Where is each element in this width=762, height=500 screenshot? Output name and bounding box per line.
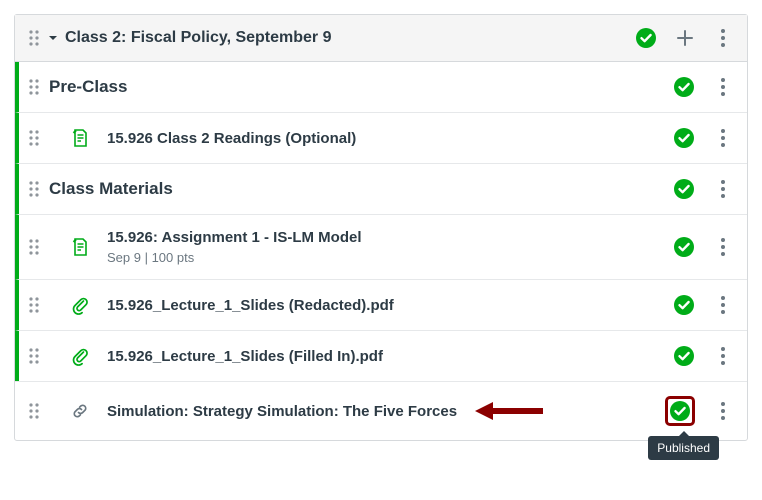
drag-handle-icon[interactable]: [25, 79, 43, 95]
link-icon: [69, 400, 91, 422]
module-item-file: 15.926_Lecture_1_Slides (Filled In).pdf: [15, 330, 747, 381]
item-options-button[interactable]: [713, 295, 733, 315]
attachment-icon: [69, 294, 91, 316]
published-status-icon[interactable]: [673, 294, 695, 316]
published-status-icon[interactable]: [673, 178, 695, 200]
item-subtitle: Sep 9 | 100 pts: [107, 250, 673, 265]
collapse-caret-icon[interactable]: [43, 33, 63, 43]
module-item-file: 15.926_Lecture_1_Slides (Redacted).pdf: [15, 279, 747, 330]
item-title[interactable]: 15.926_Lecture_1_Slides (Filled In).pdf: [107, 348, 673, 365]
item-options-button[interactable]: [713, 237, 733, 257]
module-header-actions: [635, 27, 739, 49]
item-title[interactable]: Class Materials: [49, 179, 673, 199]
published-status-icon[interactable]: [673, 127, 695, 149]
item-options-button[interactable]: [713, 346, 733, 366]
module-item-heading: Class Materials: [15, 163, 747, 214]
item-options-button[interactable]: [713, 77, 733, 97]
item-options-button[interactable]: [713, 179, 733, 199]
module-body: Pre-Class 15.926 Class 2 Readings (Optio…: [15, 62, 747, 440]
drag-handle-icon[interactable]: [25, 297, 43, 313]
item-title[interactable]: 15.926 Class 2 Readings (Optional): [107, 130, 673, 147]
item-title[interactable]: Pre-Class: [49, 77, 673, 97]
drag-handle-icon[interactable]: [25, 239, 43, 255]
item-actions: [673, 76, 739, 98]
item-actions: [673, 345, 739, 367]
add-item-button[interactable]: [675, 28, 695, 48]
attachment-icon: [69, 345, 91, 367]
assignment-icon: [69, 236, 91, 258]
published-status-icon[interactable]: [673, 345, 695, 367]
drag-handle-icon[interactable]: [25, 130, 43, 146]
item-actions: [665, 396, 739, 426]
published-status-icon[interactable]: [635, 27, 657, 49]
annotation-highlight-box: [665, 396, 695, 426]
item-actions: [673, 294, 739, 316]
module-item-external-link: Simulation: Strategy Simulation: The Fiv…: [15, 381, 747, 440]
published-tooltip: Published: [648, 436, 719, 460]
published-status-icon[interactable]: [673, 76, 695, 98]
item-title[interactable]: Simulation: Strategy Simulation: The Fiv…: [107, 403, 665, 420]
item-actions: [673, 178, 739, 200]
page-icon: [69, 127, 91, 149]
published-status-icon[interactable]: [673, 236, 695, 258]
module-header: Class 2: Fiscal Policy, September 9: [15, 15, 747, 62]
drag-handle-icon[interactable]: [25, 181, 43, 197]
published-status-icon[interactable]: [669, 400, 691, 422]
item-options-button[interactable]: [713, 401, 733, 421]
item-title[interactable]: 15.926: Assignment 1 - IS-LM Model: [107, 229, 673, 246]
drag-handle-icon[interactable]: [25, 348, 43, 364]
drag-handle-icon[interactable]: [25, 30, 43, 46]
item-actions: [673, 127, 739, 149]
module-title[interactable]: Class 2: Fiscal Policy, September 9: [63, 29, 635, 47]
module-item-assignment: 15.926: Assignment 1 - IS-LM Model Sep 9…: [15, 214, 747, 279]
module-item-page: 15.926 Class 2 Readings (Optional): [15, 112, 747, 163]
module-card: Class 2: Fiscal Policy, September 9 Pre-…: [14, 14, 748, 441]
item-options-button[interactable]: [713, 128, 733, 148]
drag-handle-icon[interactable]: [25, 403, 43, 419]
module-options-button[interactable]: [713, 28, 733, 48]
item-actions: [673, 236, 739, 258]
module-item-heading: Pre-Class: [15, 62, 747, 112]
item-title[interactable]: 15.926_Lecture_1_Slides (Redacted).pdf: [107, 297, 673, 314]
